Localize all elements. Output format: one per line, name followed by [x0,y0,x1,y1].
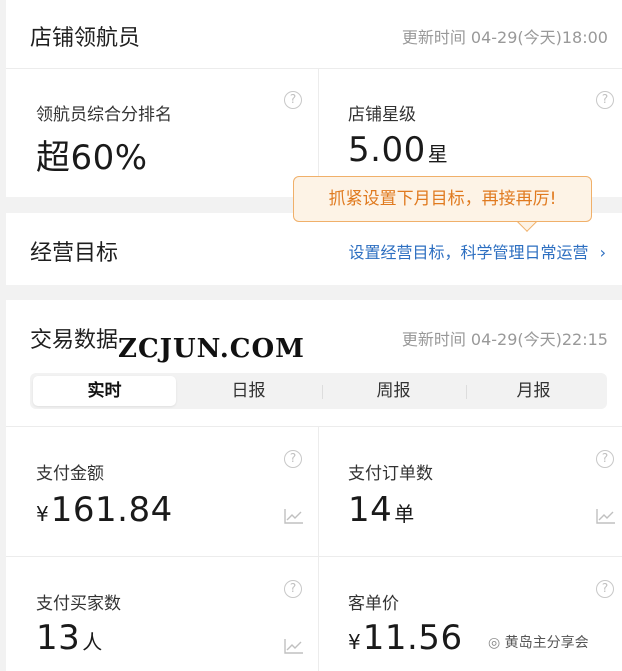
divider [6,426,622,427]
shop-star-unit: 星 [427,142,448,166]
wechat-watermark: ◎ 黄岛主分享会 [488,632,589,652]
tab-monthly[interactable]: 月报 [462,376,605,406]
help-icon[interactable]: ? [596,450,614,468]
divider [318,426,319,671]
avg-price-label: 客单价 [348,594,399,614]
divider [6,556,622,557]
goal-reminder-tooltip: 抓紧设置下月目标，再接再厉! [293,176,592,222]
divider [6,68,622,69]
help-icon[interactable]: ? [284,91,302,109]
pay-amount-label: 支付金额 [36,464,104,484]
business-goal-title: 经营目标 [30,241,119,266]
help-icon[interactable]: ? [284,580,302,598]
avg-price-value-group: ¥11.56 [348,618,463,658]
shop-navigator-update-time: 更新时间 04-29(今天)18:00 [401,28,608,47]
chevron-right-icon: › [599,243,606,262]
wechat-account-name: 黄岛主分享会 [504,635,589,651]
trade-data-card: 交易数据 更新时间 04-29(今天)22:15 [6,300,622,671]
wechat-icon: ◎ [488,635,501,651]
avg-price-value: 11.56 [362,618,463,658]
site-watermark: ZCJUN.COM [118,334,305,364]
pay-orders-value: 14 [348,490,393,530]
pay-orders-label: 支付订单数 [348,464,433,484]
shop-star-label: 店铺星级 [348,105,416,125]
pay-orders-unit: 单 [394,502,415,526]
set-goal-link-text: 设置经营目标，科学管理日常运营 [348,243,589,262]
trend-chart-icon[interactable] [284,508,304,524]
buyers-value: 13 [36,618,81,658]
shop-star-value-group: 5.00 星 [348,130,448,170]
trade-data-update-time: 更新时间 04-29(今天)22:15 [401,330,608,349]
tab-realtime[interactable]: 实时 [33,376,176,406]
nav-score-value: 超60% [36,138,148,178]
nav-score-label: 领航员综合分排名 [36,105,172,125]
set-goal-link[interactable]: 设置经营目标，科学管理日常运营 › [348,239,606,263]
period-tabs: 实时 日报 周报 月报 [30,373,607,409]
tab-weekly[interactable]: 周报 [322,376,465,406]
pay-amount-value: 161.84 [50,490,173,530]
trend-chart-icon[interactable] [284,638,304,654]
buyers-label: 支付买家数 [36,594,121,614]
pay-amount-value-group: ¥161.84 [36,490,173,530]
shop-star-value: 5.00 [348,130,426,170]
trade-data-title: 交易数据 [30,328,119,353]
shop-navigator-card: 店铺领航员 更新时间 04-29(今天)18:00 领航员综合分排名 ? 超60… [6,0,622,197]
currency-symbol: ¥ [36,502,49,526]
shop-navigator-title: 店铺领航员 [30,26,141,51]
help-icon[interactable]: ? [284,450,302,468]
help-icon[interactable]: ? [596,580,614,598]
tab-daily[interactable]: 日报 [177,376,320,406]
help-icon[interactable]: ? [596,91,614,109]
currency-symbol: ¥ [348,630,361,654]
buyers-value-group: 13 人 [36,618,102,658]
trend-chart-icon[interactable] [596,508,616,524]
buyers-unit: 人 [82,630,103,654]
pay-orders-value-group: 14 单 [348,490,414,530]
